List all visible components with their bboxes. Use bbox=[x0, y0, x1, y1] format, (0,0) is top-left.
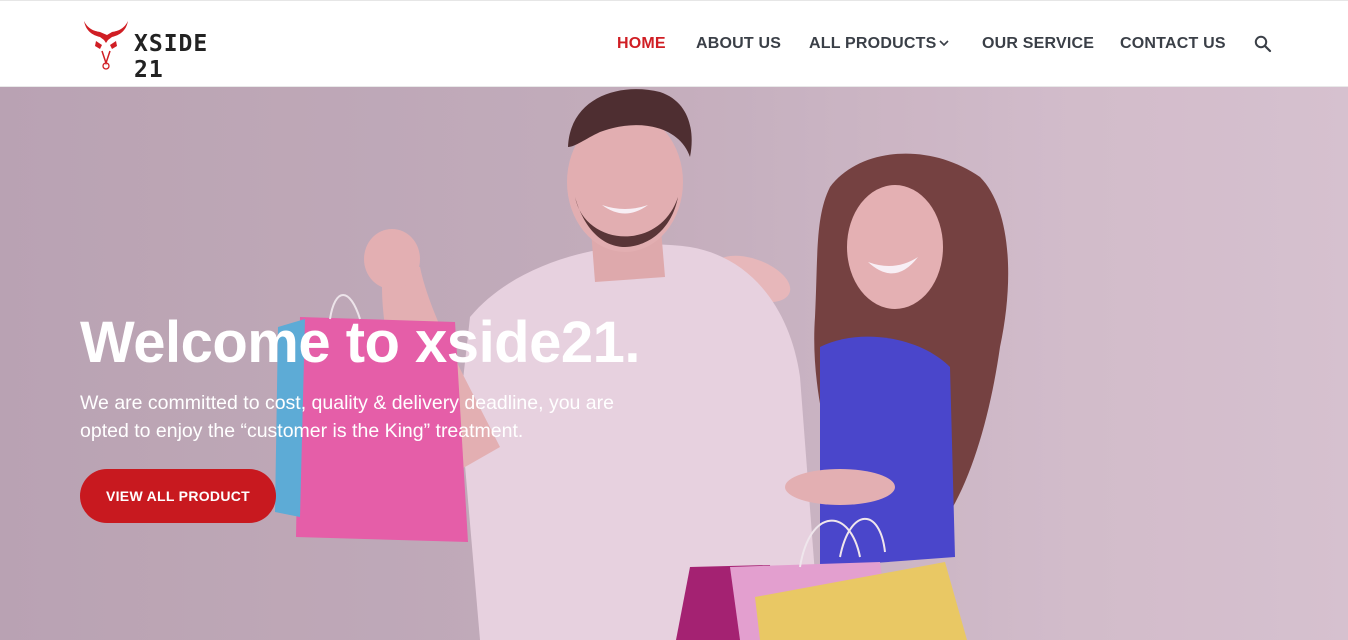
view-all-product-button[interactable]: VIEW ALL PRODUCT bbox=[80, 469, 276, 523]
nav-item-home[interactable]: HOME bbox=[617, 35, 666, 53]
brand-logo[interactable]: XSIDE 21 bbox=[82, 19, 232, 83]
hero-banner: Welcome to xside21. We are committed to … bbox=[0, 87, 1348, 640]
brand-name: XSIDE 21 bbox=[134, 31, 209, 83]
search-icon[interactable] bbox=[1254, 35, 1272, 53]
nav-item-contact-us[interactable]: CONTACT US bbox=[1120, 35, 1226, 53]
nav-item-about-us[interactable]: ABOUT US bbox=[696, 35, 781, 53]
hero-description: We are committed to cost, quality & deli… bbox=[80, 392, 614, 442]
nav-item-all-products[interactable]: ALL PRODUCTS bbox=[809, 35, 936, 53]
site-header: XSIDE 21 HOME ABOUT US ALL PRODUCTS OUR … bbox=[0, 0, 1348, 87]
bull-head-icon bbox=[84, 21, 128, 70]
chevron-down-icon[interactable] bbox=[939, 39, 949, 47]
nav-item-our-service[interactable]: OUR SERVICE bbox=[982, 35, 1094, 53]
hero-title: Welcome to xside21. bbox=[80, 310, 641, 375]
